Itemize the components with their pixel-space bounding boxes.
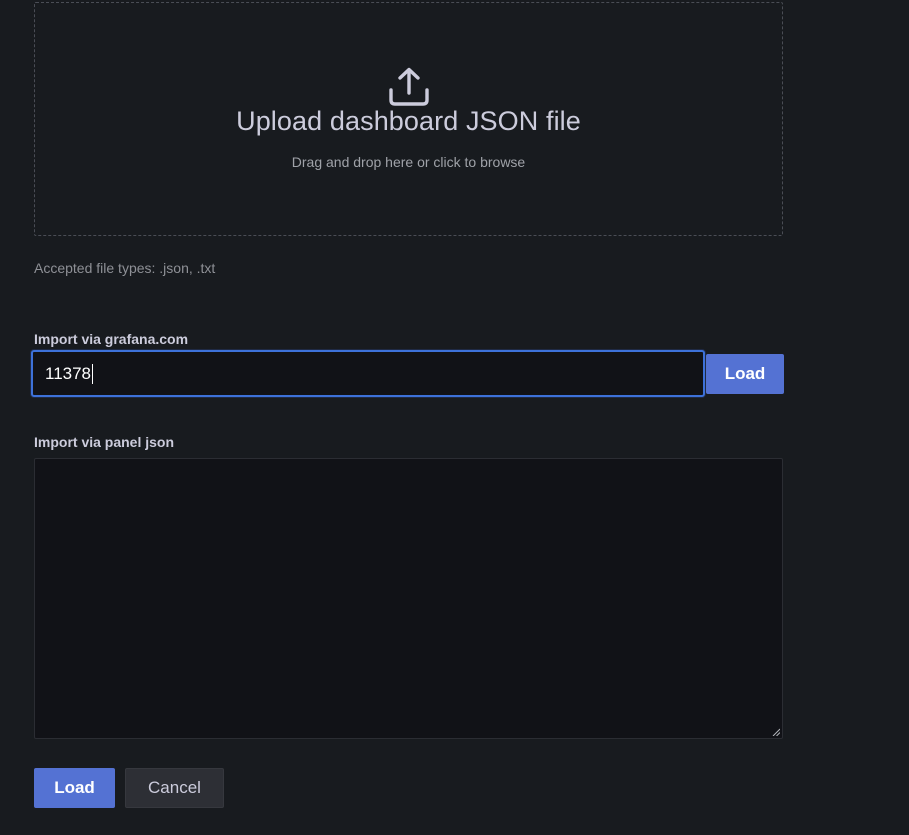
upload-subtitle: Drag and drop here or click to browse [291,154,526,170]
grafana-id-value: 11378 [45,363,92,383]
panel-json-textarea[interactable] [34,458,783,739]
grafana-import-label: Import via grafana.com [34,331,189,347]
accepted-file-types: Accepted file types: .json, .txt [34,260,216,276]
resize-handle-icon[interactable] [772,728,780,736]
load-button[interactable]: Load [34,768,115,808]
grafana-load-button[interactable]: Load [706,354,784,394]
cancel-button[interactable]: Cancel [125,768,224,808]
upload-title: Upload dashboard JSON file [236,106,581,136]
panel-json-label: Import via panel json [34,434,175,450]
grafana-id-input[interactable]: 11378 [31,350,705,397]
text-caret [92,363,94,384]
upload-icon [389,67,429,106]
import-dashboard-page: Upload dashboard JSON file Drag and drop… [0,0,909,835]
